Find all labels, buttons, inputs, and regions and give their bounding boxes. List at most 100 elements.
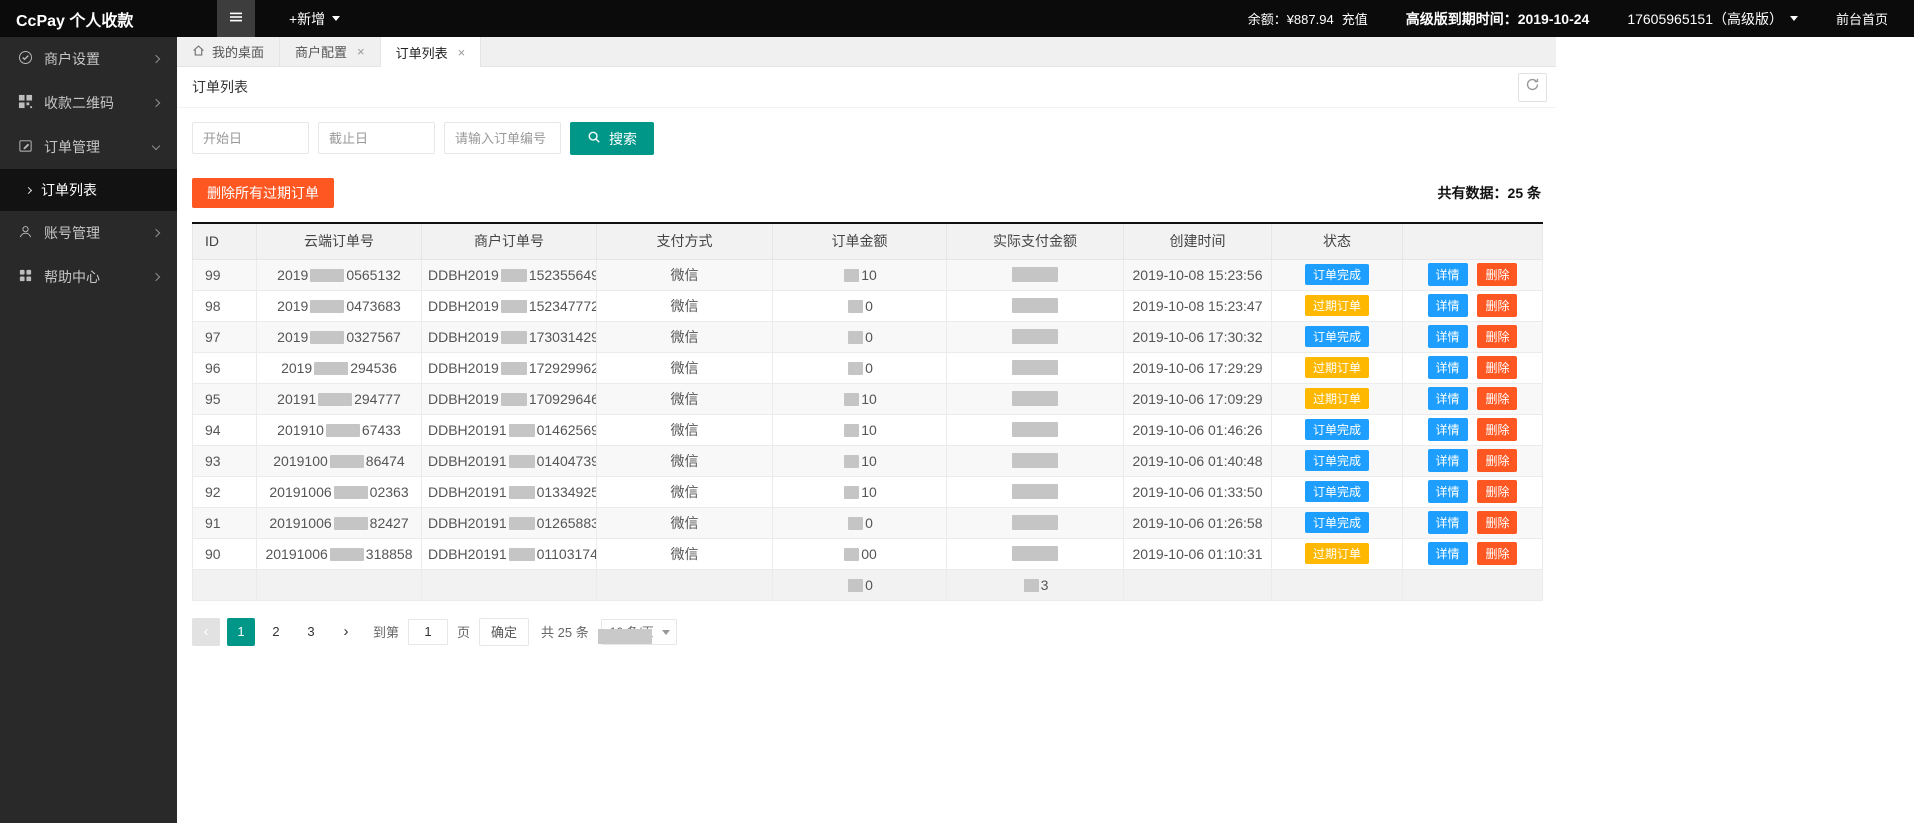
order-icon	[18, 138, 33, 156]
end-date-input[interactable]	[318, 122, 435, 154]
sidebar-item-order-management[interactable]: 订单管理	[0, 125, 177, 169]
header-actions	[1403, 223, 1543, 259]
header-merchant-order: 商户订单号	[422, 223, 597, 259]
delete-button[interactable]: 删除	[1477, 263, 1517, 286]
create-time: 2019-10-06 01:33:50	[1133, 484, 1263, 500]
detail-button[interactable]: 详情	[1428, 418, 1468, 441]
detail-button[interactable]: 详情	[1428, 542, 1468, 565]
status-badge: 订单完成	[1305, 512, 1369, 533]
redaction	[1012, 329, 1058, 344]
search-icon	[587, 130, 601, 147]
chevron-right-icon	[152, 99, 160, 107]
sidebar-item-merchant-settings[interactable]: 商户设置	[0, 37, 177, 81]
tab-desktop[interactable]: 我的桌面	[177, 37, 280, 66]
table-row: 97 20190327567 DDBH20191730314299 微信 0 2…	[193, 321, 1543, 352]
detail-button[interactable]: 详情	[1428, 325, 1468, 348]
prev-page-button[interactable]: ‹	[192, 618, 220, 646]
confirm-button[interactable]: 确定	[479, 618, 529, 646]
detail-button[interactable]: 详情	[1428, 356, 1468, 379]
delete-button[interactable]: 删除	[1477, 418, 1517, 441]
create-time: 2019-10-06 17:29:29	[1133, 360, 1263, 376]
topbar-right: 余额：¥887.94 充值 高级版到期时间：2019-10-24 1760596…	[1248, 9, 1914, 29]
search-button[interactable]: 搜索	[570, 122, 654, 155]
delete-button[interactable]: 删除	[1477, 387, 1517, 410]
next-page-button[interactable]: ›	[332, 618, 360, 646]
delete-button[interactable]: 删除	[1477, 511, 1517, 534]
status-badge: 订单完成	[1305, 481, 1369, 502]
table-row: 94 20191067433 DDBH201910146256929 微信 10…	[193, 414, 1543, 445]
account-dropdown[interactable]: 17605965151（高级版）	[1627, 9, 1798, 29]
order-amount: 10	[861, 391, 877, 407]
hamburger-button[interactable]	[217, 0, 255, 37]
delete-button[interactable]: 删除	[1477, 356, 1517, 379]
pay-method: 微信	[671, 484, 699, 500]
order-number-input[interactable]	[444, 122, 561, 154]
help-icon	[18, 268, 33, 286]
main-content: 我的桌面 商户配置 × 订单列表 × 订单列表 搜索 删除所有过期订单	[177, 37, 1556, 663]
tab-order-list[interactable]: 订单列表 ×	[381, 37, 482, 67]
delete-button[interactable]: 删除	[1477, 325, 1517, 348]
detail-button[interactable]: 详情	[1428, 449, 1468, 472]
order-id: 90	[205, 546, 221, 562]
page-button-2[interactable]: 2	[262, 618, 290, 646]
detail-button[interactable]: 详情	[1428, 387, 1468, 410]
refresh-button[interactable]	[1518, 73, 1547, 102]
close-icon[interactable]: ×	[458, 45, 466, 60]
redaction	[501, 362, 527, 375]
delete-button[interactable]: 删除	[1477, 542, 1517, 565]
create-time: 2019-10-06 17:30:32	[1133, 329, 1263, 345]
order-id: 95	[205, 391, 221, 407]
redaction	[1012, 298, 1058, 313]
delete-button[interactable]: 删除	[1477, 449, 1517, 472]
page-title: 订单列表	[192, 79, 248, 95]
detail-button[interactable]: 详情	[1428, 263, 1468, 286]
front-home-link[interactable]: 前台首页	[1836, 9, 1888, 28]
close-icon[interactable]: ×	[357, 44, 365, 59]
add-new-dropdown[interactable]: +新增	[289, 9, 340, 29]
redaction	[848, 579, 863, 592]
redaction	[1012, 484, 1058, 499]
caret-down-icon	[1790, 16, 1798, 21]
redaction	[501, 300, 527, 313]
order-id: 91	[205, 515, 221, 531]
page-button-1[interactable]: 1	[227, 618, 255, 646]
order-id: 98	[205, 298, 221, 314]
sidebar: 商户设置 收款二维码 订单管理 订单列表 账号管理 帮助中心	[0, 37, 177, 823]
status-badge: 订单完成	[1305, 450, 1369, 471]
detail-button[interactable]: 详情	[1428, 480, 1468, 503]
page-size-select[interactable]: 10 条/页	[601, 619, 677, 645]
sidebar-item-order-list[interactable]: 订单列表	[0, 169, 177, 211]
expiry-text: 高级版到期时间：2019-10-24	[1406, 9, 1590, 29]
qrcode-icon	[18, 94, 33, 112]
table-row: 96 2019294536 DDBH20191729299624 微信 0 20…	[193, 352, 1543, 383]
sidebar-item-help-center[interactable]: 帮助中心	[0, 255, 177, 299]
delete-button[interactable]: 删除	[1477, 480, 1517, 503]
redaction	[844, 269, 859, 282]
chevron-right-icon	[152, 55, 160, 63]
detail-button[interactable]: 详情	[1428, 511, 1468, 534]
redaction	[318, 393, 352, 406]
redaction	[326, 424, 360, 437]
sidebar-item-qrcode[interactable]: 收款二维码	[0, 81, 177, 125]
table-row: 95 20191294777 DDBH20191709296465 微信 10 …	[193, 383, 1543, 414]
order-amount: 10	[861, 267, 877, 283]
recharge-link[interactable]: 充值	[1342, 9, 1368, 28]
account-icon	[18, 224, 33, 242]
redaction	[334, 517, 368, 530]
redaction	[1012, 422, 1058, 437]
redaction	[844, 424, 859, 437]
redaction	[310, 269, 344, 282]
redaction	[844, 455, 859, 468]
delete-button[interactable]: 删除	[1477, 294, 1517, 317]
redaction	[314, 362, 348, 375]
page-button-3[interactable]: 3	[297, 618, 325, 646]
pay-method: 微信	[671, 391, 699, 407]
header-pay-method: 支付方式	[597, 223, 773, 259]
detail-button[interactable]: 详情	[1428, 294, 1468, 317]
goto-page-input[interactable]	[408, 619, 448, 645]
sidebar-item-account-management[interactable]: 账号管理	[0, 211, 177, 255]
delete-expired-button[interactable]: 删除所有过期订单	[192, 178, 334, 208]
start-date-input[interactable]	[192, 122, 309, 154]
tab-merchant-config[interactable]: 商户配置 ×	[280, 37, 381, 66]
pay-method: 微信	[671, 546, 699, 562]
